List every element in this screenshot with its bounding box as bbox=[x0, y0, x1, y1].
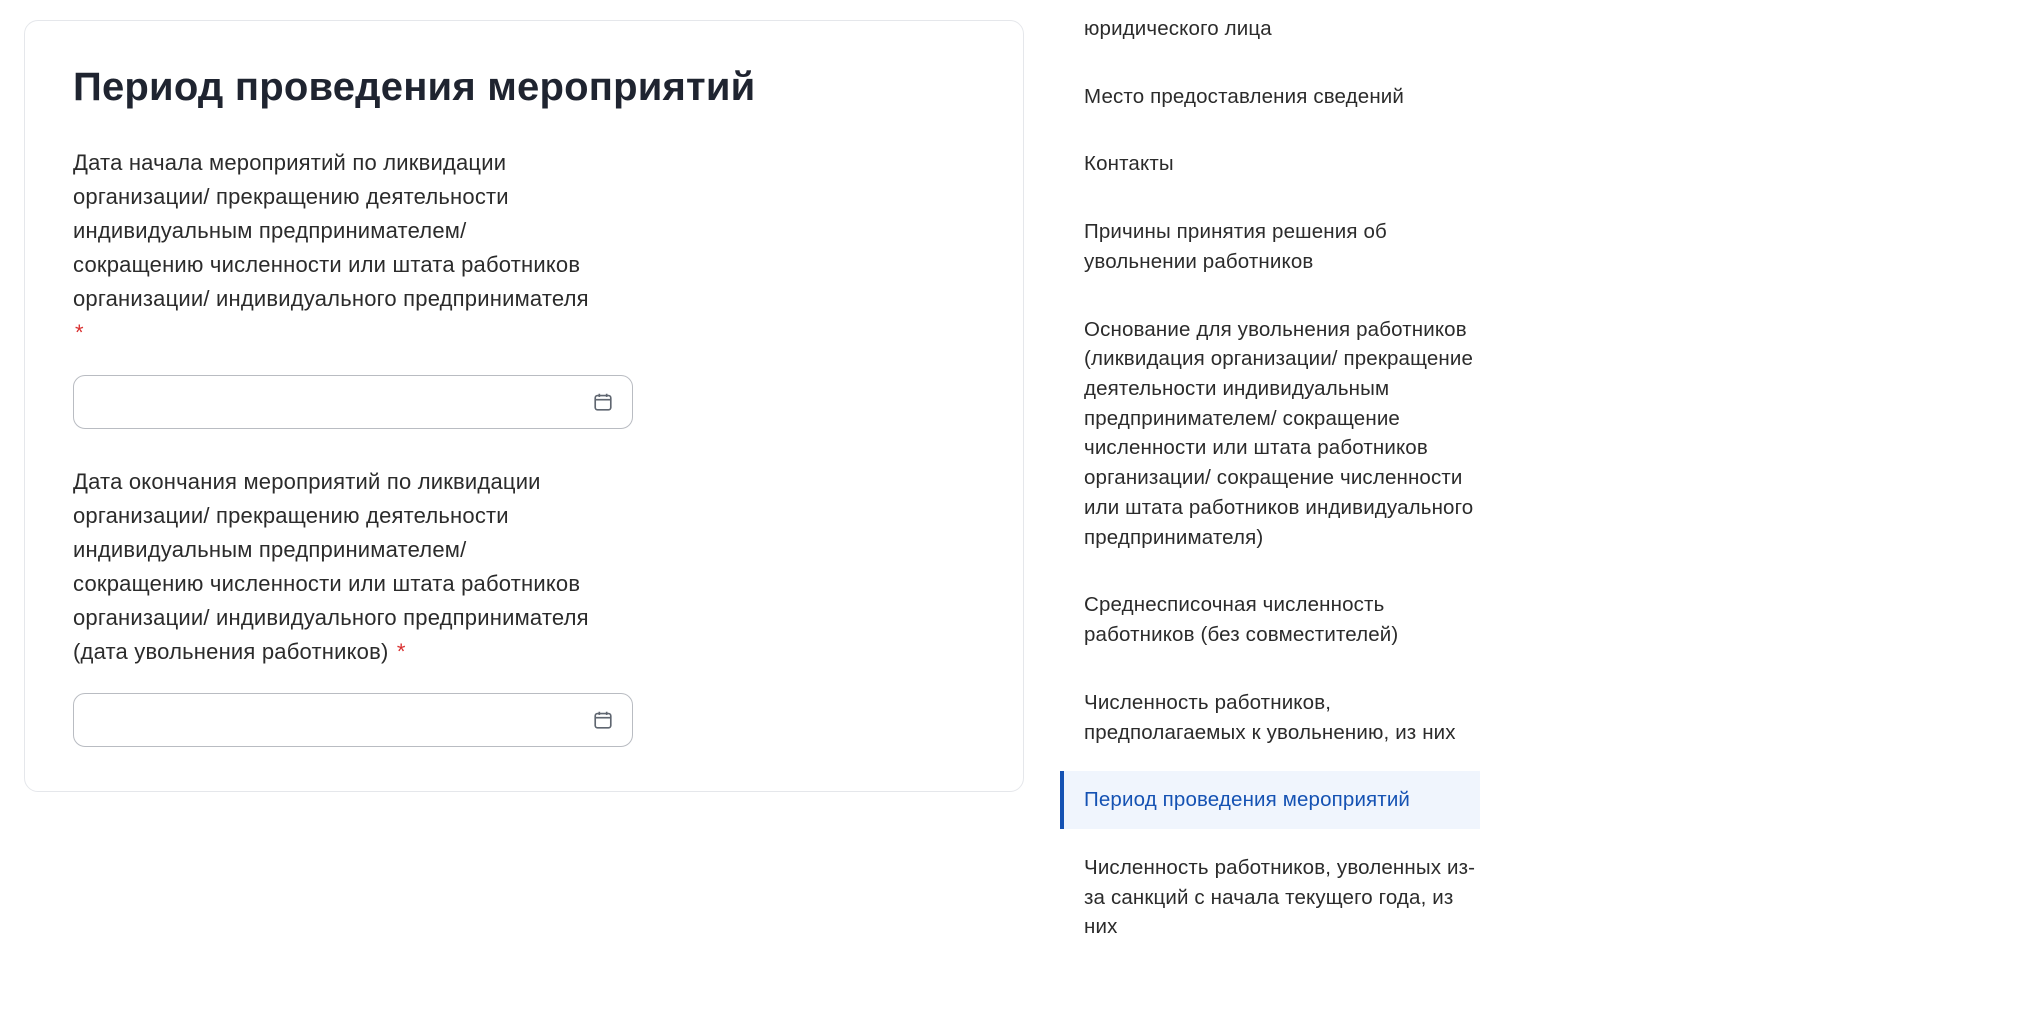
page: Период проведения мероприятий Дата начал… bbox=[0, 0, 2028, 1016]
nav-item-contacts[interactable]: Контакты bbox=[1060, 135, 1480, 193]
nav-item-place-of-submission[interactable]: Место предоставления сведений bbox=[1060, 68, 1480, 126]
field-end-date-label: Дата окончания мероприятий по ликвидации… bbox=[73, 465, 593, 670]
nav-item-headcount-to-dismiss[interactable]: Численность работников, предполагаемых к… bbox=[1060, 674, 1480, 761]
end-date-input-wrap[interactable] bbox=[73, 693, 633, 747]
required-marker: * bbox=[75, 320, 84, 345]
form-card: Период проведения мероприятий Дата начал… bbox=[24, 20, 1024, 792]
label-text: Дата начала мероприятий по ликвидации ор… bbox=[73, 150, 589, 311]
nav-item-dismissal-reasons[interactable]: Причины принятия решения об увольнении р… bbox=[1060, 203, 1480, 290]
nav-item-dismissal-basis[interactable]: Основание для увольнения работников (лик… bbox=[1060, 301, 1480, 567]
start-date-input-wrap[interactable] bbox=[73, 375, 633, 429]
nav-item-average-headcount[interactable]: Среднесписочная численность работников (… bbox=[1060, 576, 1480, 663]
section-nav: юридического лица Место предоставления с… bbox=[1060, 0, 1480, 956]
start-date-input[interactable] bbox=[90, 390, 592, 413]
end-date-input[interactable] bbox=[90, 709, 592, 732]
main-column: Период проведения мероприятий Дата начал… bbox=[0, 0, 1060, 1016]
sidebar: юридического лица Место предоставления с… bbox=[1060, 0, 2028, 1016]
required-marker: * bbox=[397, 639, 406, 664]
nav-item-event-period[interactable]: Период проведения мероприятий bbox=[1060, 771, 1480, 829]
field-start-date-label: Дата начала мероприятий по ликвидации ор… bbox=[73, 146, 593, 351]
form-title: Период проведения мероприятий bbox=[73, 65, 975, 110]
nav-item-legal-entity[interactable]: юридического лица bbox=[1060, 0, 1480, 58]
calendar-icon[interactable] bbox=[592, 391, 614, 413]
field-start-date: Дата начала мероприятий по ликвидации ор… bbox=[73, 146, 975, 429]
nav-item-sanctions-dismissed[interactable]: Численность работников, уволенных из-за … bbox=[1060, 839, 1480, 956]
label-text: Дата окончания мероприятий по ликвидации… bbox=[73, 469, 589, 664]
field-end-date: Дата окончания мероприятий по ликвидации… bbox=[73, 465, 975, 748]
calendar-icon[interactable] bbox=[592, 709, 614, 731]
